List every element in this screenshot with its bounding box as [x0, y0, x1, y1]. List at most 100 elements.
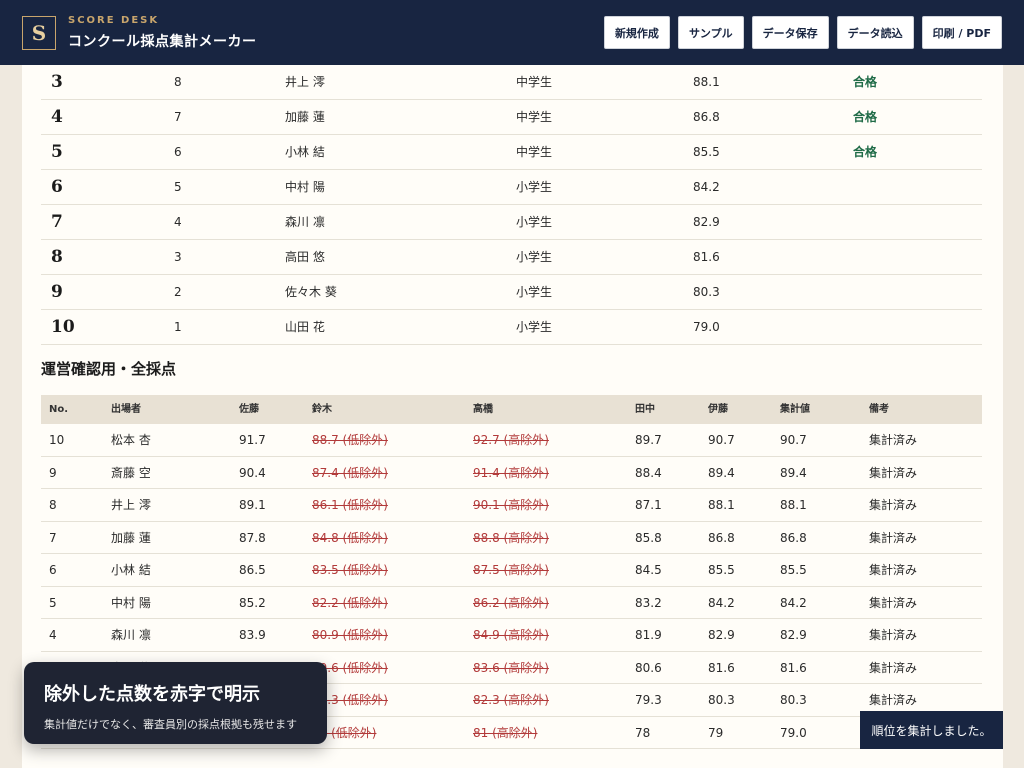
rank-number: 8: [51, 247, 63, 267]
score-row: 4 森川 凛 83.9 80.9 (低除外) 84.9 (高除外) 81.9 82.9 82.…: [41, 619, 982, 652]
ranking-row: 10 1 山田 花 小学生 79.0: [41, 310, 982, 345]
note: 集計済み: [869, 433, 918, 447]
division: 小学生: [516, 285, 553, 299]
entry-number: 4: [174, 215, 182, 229]
score-sato: 83.9: [239, 628, 266, 642]
contestant-name: 山田 花: [285, 320, 325, 334]
contestant-name: 井上 澪: [111, 498, 151, 512]
contestant-name: 加藤 蓮: [111, 530, 151, 545]
entry-number: 4: [49, 628, 57, 642]
aggregate-score: 88.1: [780, 498, 807, 512]
aggregate-score: 80.3: [780, 693, 807, 707]
brand-subtitle: SCORE DESK: [68, 14, 160, 26]
load-data-button[interactable]: データ読込: [836, 16, 914, 49]
score-sato: 91.7: [239, 433, 266, 447]
rank-number: 9: [51, 282, 63, 302]
score-ito: 81.6: [708, 660, 735, 675]
ranking-row: 6 5 中村 陽 小学生 84.2: [41, 170, 982, 205]
score-tanaka: 83.2: [635, 595, 662, 610]
score-sato: 85.2: [239, 595, 266, 610]
pass-status: 合格: [853, 75, 878, 89]
toolbar: 新規作成 サンプル データ保存 データ読込 印刷 / PDF: [603, 16, 1002, 49]
print-pdf-button[interactable]: 印刷 / PDF: [921, 16, 1002, 49]
ranking-row: 7 4 森川 凛 小学生 82.9: [41, 205, 982, 240]
note: 集計済み: [869, 563, 918, 577]
aggregate-score: 81.6: [780, 660, 807, 675]
final-score: 85.5: [693, 145, 720, 159]
contestant-name: 小林 結: [285, 145, 325, 159]
pass-status: 合格: [853, 110, 878, 124]
save-data-button[interactable]: データ保存: [751, 16, 829, 49]
header-judge-takahashi: 高橋: [473, 404, 493, 415]
score-takahashi-excluded: 81 (高除外): [473, 725, 538, 740]
contestant-name: 小林 結: [111, 563, 151, 577]
aggregate-score: 89.4: [780, 465, 807, 480]
rank-number: 7: [51, 212, 63, 232]
score-takahashi-excluded: 92.7 (高除外): [473, 433, 549, 447]
entry-number: 5: [49, 595, 57, 610]
score-ito: 86.8: [708, 530, 735, 545]
final-score: 86.8: [693, 110, 720, 124]
contestant-name: 井上 澪: [285, 75, 325, 89]
ranking-row: 3 8 井上 澪 中学生 88.1 合格: [41, 65, 982, 100]
score-ito: 79: [708, 725, 724, 740]
header-judge-sato: 佐藤: [239, 404, 259, 415]
contestant-name: 中村 陽: [285, 180, 325, 194]
entry-number: 7: [49, 530, 57, 545]
note: 集計済み: [869, 595, 918, 610]
aggregate-score: 85.5: [780, 563, 807, 577]
contestant-name: 松本 杏: [111, 433, 151, 447]
aggregate-score: 90.7: [780, 433, 807, 447]
aggregate-score: 84.2: [780, 595, 807, 610]
score-ito: 84.2: [708, 595, 735, 610]
score-suzuki-excluded: 88.7 (低除外): [312, 433, 388, 447]
note: 集計済み: [869, 530, 918, 545]
entry-number: 6: [174, 145, 182, 159]
ranking-row: 5 6 小林 結 中学生 85.5 合格: [41, 135, 982, 170]
sample-button[interactable]: サンプル: [677, 16, 744, 49]
entry-number: 1: [174, 320, 182, 334]
header-contestant: 出場者: [111, 404, 141, 415]
ranking-table: 3 8 井上 澪中学生 88.1 合格 4 7 加藤 蓮中学生 86.8 合格 5 6 小林 結中学生 8…: [41, 65, 982, 345]
score-row: 7 加藤 蓮 87.8 84.8 (低除外) 88.8 (高除外) 85.8 86.8 86.…: [41, 522, 982, 554]
contestant-name: 森川 凛: [111, 628, 151, 642]
header-total: 集計値: [780, 404, 810, 415]
info-toast-title: 除外した点数を赤字で明示: [44, 684, 260, 705]
info-toast-text: 集計値だけでなく、審査員別の採点根拠も残せます: [44, 718, 297, 731]
division: 小学生: [516, 180, 553, 194]
aggregate-score: 82.9: [780, 628, 807, 642]
score-suzuki-excluded: 80.9 (低除外): [312, 628, 388, 642]
entry-number: 2: [174, 285, 182, 299]
contestant-name: 佐々木 葵: [285, 285, 337, 299]
score-ito: 85.5: [708, 563, 735, 577]
final-score: 82.9: [693, 215, 720, 229]
score-takahashi-excluded: 83.6 (高除外): [473, 660, 549, 675]
division: 小学生: [516, 320, 553, 334]
note: 集計済み: [869, 498, 918, 512]
score-tanaka: 88.4: [635, 465, 662, 480]
new-button[interactable]: 新規作成: [603, 16, 670, 49]
score-tanaka: 78: [635, 725, 651, 740]
division: 中学生: [516, 110, 553, 124]
score-takahashi-excluded: 86.2 (高除外): [473, 595, 549, 610]
division: 小学生: [516, 215, 553, 229]
note: 集計済み: [869, 465, 918, 480]
entry-number: 6: [49, 563, 57, 577]
score-sato: 90.4: [239, 465, 266, 480]
score-tanaka: 84.5: [635, 563, 662, 577]
division: 中学生: [516, 145, 553, 159]
status-toast: 順位を集計しました。: [860, 711, 1003, 749]
logo: S: [22, 15, 56, 50]
ranking-row: 4 7 加藤 蓮 中学生 86.8 合格: [41, 100, 982, 135]
app-title: コンクール採点集計メーカー: [68, 33, 257, 50]
score-suzuki-excluded: 82.2 (低除外): [312, 595, 388, 610]
all-scores-title: 運営確認用・全採点: [41, 360, 177, 378]
score-takahashi-excluded: 87.5 (高除外): [473, 563, 549, 577]
score-row: 5 中村 陽 85.2 82.2 (低除外) 86.2 (高除外) 83.2 84.2 84.…: [41, 587, 982, 619]
score-takahashi-excluded: 90.1 (高除外): [473, 498, 549, 512]
entry-number: 5: [174, 180, 182, 194]
score-row: 8 井上 澪 89.1 86.1 (低除外) 90.1 (高除外) 87.1 88.1 88.…: [41, 489, 982, 522]
division: 中学生: [516, 75, 553, 89]
final-score: 88.1: [693, 75, 720, 89]
score-takahashi-excluded: 84.9 (高除外): [473, 628, 549, 642]
